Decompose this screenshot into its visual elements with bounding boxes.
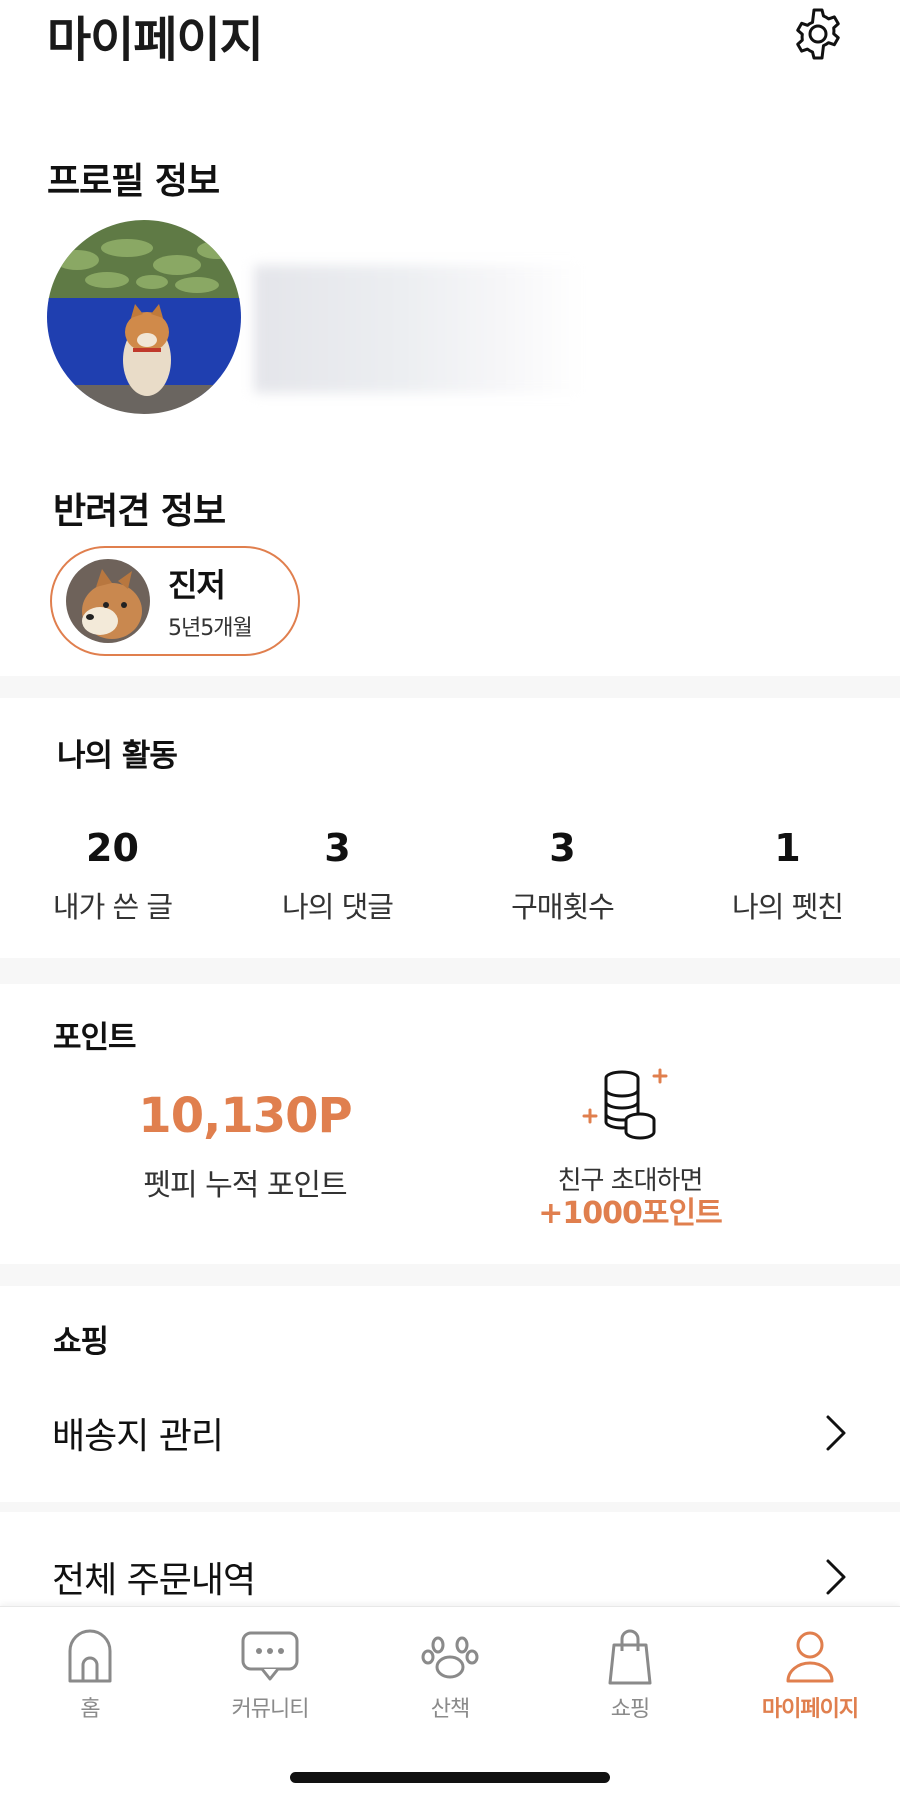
chat-bubble-icon <box>241 1631 299 1681</box>
stat-label: 나의 댓글 <box>282 890 394 924</box>
chevron-right-icon <box>826 1559 846 1595</box>
menu-divider <box>0 1502 900 1512</box>
shopping-bag-icon <box>608 1629 652 1685</box>
home-icon <box>68 1629 112 1683</box>
stat-label: 구매횟수 <box>511 890 615 924</box>
stat-label: 내가 쓴 글 <box>52 890 173 924</box>
tab-label: 마이페이지 <box>761 1697 859 1722</box>
tab-label: 홈 <box>80 1697 100 1722</box>
section-divider <box>0 1264 900 1286</box>
coins-icon[interactable] <box>578 1064 670 1144</box>
blurred-profile-name <box>254 265 584 393</box>
tab-label: 산책 <box>430 1697 470 1722</box>
stat-value: 1 <box>774 826 801 870</box>
menu-item-shipping-address[interactable]: 배송지 관리 <box>0 1388 900 1478</box>
section-divider <box>0 676 900 698</box>
menu-item-label: 배송지 관리 <box>52 1416 224 1457</box>
stat-purchases[interactable]: 3 구매횟수 <box>450 826 675 926</box>
stat-label: 나의 펫친 <box>732 890 844 924</box>
points-section-title: 포인트 <box>53 1020 137 1056</box>
stat-my-comments[interactable]: 3 나의 댓글 <box>225 826 450 926</box>
stat-pet-friends[interactable]: 1 나의 펫친 <box>675 826 900 926</box>
points-value: 10,130P <box>138 1088 352 1144</box>
pet-section-title: 반려견 정보 <box>53 491 226 532</box>
shopping-section-title: 쇼핑 <box>53 1324 109 1360</box>
tab-mypage[interactable]: 마이페이지 <box>720 1627 900 1723</box>
menu-item-label: 전체 주문내역 <box>52 1560 256 1601</box>
section-divider <box>0 958 900 984</box>
tab-community[interactable]: 커뮤니티 <box>180 1627 360 1723</box>
points-label: 펫피 누적 포인트 <box>143 1168 347 1203</box>
tab-label: 커뮤니티 <box>231 1697 310 1722</box>
stat-value: 3 <box>549 826 576 870</box>
pet-chip[interactable]: 진저 5년5개월 <box>50 546 300 656</box>
stat-value: 20 <box>86 826 139 870</box>
pet-name: 진저 <box>168 566 226 604</box>
tab-shopping[interactable]: 쇼핑 <box>540 1627 720 1723</box>
paw-icon <box>421 1636 479 1679</box>
activity-section-title: 나의 활동 <box>57 738 178 774</box>
tab-walk[interactable]: 산책 <box>360 1627 540 1723</box>
stat-my-posts[interactable]: 20 내가 쓴 글 <box>0 826 225 926</box>
gear-icon[interactable] <box>790 6 846 62</box>
tab-label: 쇼핑 <box>610 1697 650 1722</box>
pet-avatar <box>66 559 150 643</box>
profile-avatar[interactable] <box>47 220 241 414</box>
profile-section-title: 프로필 정보 <box>47 161 220 202</box>
page-title: 마이페이지 <box>47 12 264 68</box>
person-icon <box>786 1631 834 1683</box>
stat-value: 3 <box>324 826 351 870</box>
tab-home[interactable]: 홈 <box>0 1627 180 1723</box>
chevron-right-icon <box>826 1415 846 1451</box>
home-indicator[interactable] <box>290 1772 610 1783</box>
pet-age: 5년5개월 <box>168 616 253 641</box>
invite-bonus[interactable]: +1000포인트 <box>500 1188 760 1232</box>
